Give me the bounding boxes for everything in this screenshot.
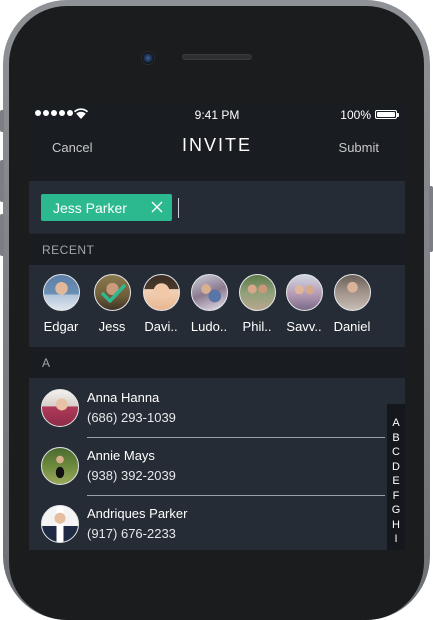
contact-name: Andriques Parker <box>87 506 188 521</box>
avatar <box>190 274 228 311</box>
index-letter-f[interactable]: F <box>387 489 405 504</box>
index-letter-b[interactable]: B <box>387 431 405 446</box>
front-camera <box>141 51 155 65</box>
screen: 9:41 PM 100% Cancel INVITE Submit Jess P… <box>29 104 405 550</box>
earpiece-speaker <box>182 54 252 60</box>
contact-row[interactable]: Andriques Parker (917) 676-2233 <box>29 496 385 550</box>
recent-contact-name: Ludo.. <box>190 319 228 334</box>
recent-contact-jess[interactable]: Jess <box>88 274 136 334</box>
checkmark-icon <box>100 284 126 303</box>
avatar <box>41 505 79 543</box>
avatar <box>41 389 79 427</box>
volume-up-button <box>0 160 4 202</box>
battery-percentage: 100% <box>340 108 371 122</box>
recent-contact-name: Davi.. <box>144 319 178 334</box>
recent-contact-name: Jess <box>98 319 126 334</box>
recipient-input[interactable]: Jess Parker <box>29 181 405 233</box>
recent-contacts-row: Edgar Jess Davi.. Ludo.. Phil.. Savv.. D… <box>29 265 405 347</box>
index-letter-h[interactable]: H <box>387 518 405 533</box>
power-button <box>429 186 433 252</box>
text-cursor <box>178 198 179 218</box>
avatar <box>142 274 180 311</box>
index-letter-i[interactable]: I <box>387 532 405 547</box>
index-letter-a[interactable]: A <box>387 416 405 431</box>
recipient-chip-label: Jess Parker <box>53 200 127 216</box>
battery-icon <box>375 110 399 119</box>
contact-phone: (938) 392-2039 <box>87 468 176 483</box>
close-icon[interactable] <box>151 201 163 213</box>
recent-contact-daniel[interactable]: Daniel <box>328 274 376 334</box>
mute-switch <box>0 110 4 132</box>
avatar <box>238 274 276 311</box>
contact-phone: (686) 293-1039 <box>87 410 176 425</box>
contact-row[interactable]: Anna Hanna (686) 293-1039 <box>29 380 385 438</box>
volume-down-button <box>0 214 4 256</box>
submit-button[interactable]: Submit <box>339 140 379 155</box>
recent-contact-name: Phil.. <box>242 319 272 334</box>
avatar <box>41 447 79 485</box>
avatar <box>333 274 371 311</box>
recent-contact-david[interactable]: Davi.. <box>137 274 185 334</box>
contacts-section-letter: A <box>42 356 51 370</box>
contact-list: Anna Hanna (686) 293-1039 Annie Mays (93… <box>29 378 405 550</box>
recent-contact-ludo[interactable]: Ludo.. <box>185 274 233 334</box>
index-letter-g[interactable]: G <box>387 503 405 518</box>
index-letter-d[interactable]: D <box>387 460 405 475</box>
recipient-chip[interactable]: Jess Parker <box>41 194 172 221</box>
contact-name: Annie Mays <box>87 448 155 463</box>
avatar <box>93 274 131 311</box>
avatar <box>285 274 323 311</box>
recent-contact-phil[interactable]: Phil.. <box>233 274 281 334</box>
contact-phone: (917) 676-2233 <box>87 526 176 541</box>
index-letter-e[interactable]: E <box>387 474 405 489</box>
recent-section-title: RECENT <box>42 243 95 257</box>
recent-contact-name: Edgar <box>43 319 79 334</box>
recent-contact-name: Savv.. <box>286 319 322 334</box>
contact-name: Anna Hanna <box>87 390 160 405</box>
alphabet-index[interactable]: A B C D E F G H I <box>387 404 405 550</box>
contacts-section-header: A <box>29 347 405 378</box>
recent-contact-name: Daniel <box>333 319 371 334</box>
index-letter-c[interactable]: C <box>387 445 405 460</box>
avatar <box>42 274 80 311</box>
status-bar: 9:41 PM 100% <box>29 104 405 126</box>
recent-contact-edgar[interactable]: Edgar <box>37 274 85 334</box>
navigation-bar: Cancel INVITE Submit <box>29 126 405 181</box>
recent-section-header: RECENT <box>29 234 405 265</box>
recent-contact-savv[interactable]: Savv.. <box>280 274 328 334</box>
contact-row[interactable]: Annie Mays (938) 392-2039 <box>29 438 385 496</box>
